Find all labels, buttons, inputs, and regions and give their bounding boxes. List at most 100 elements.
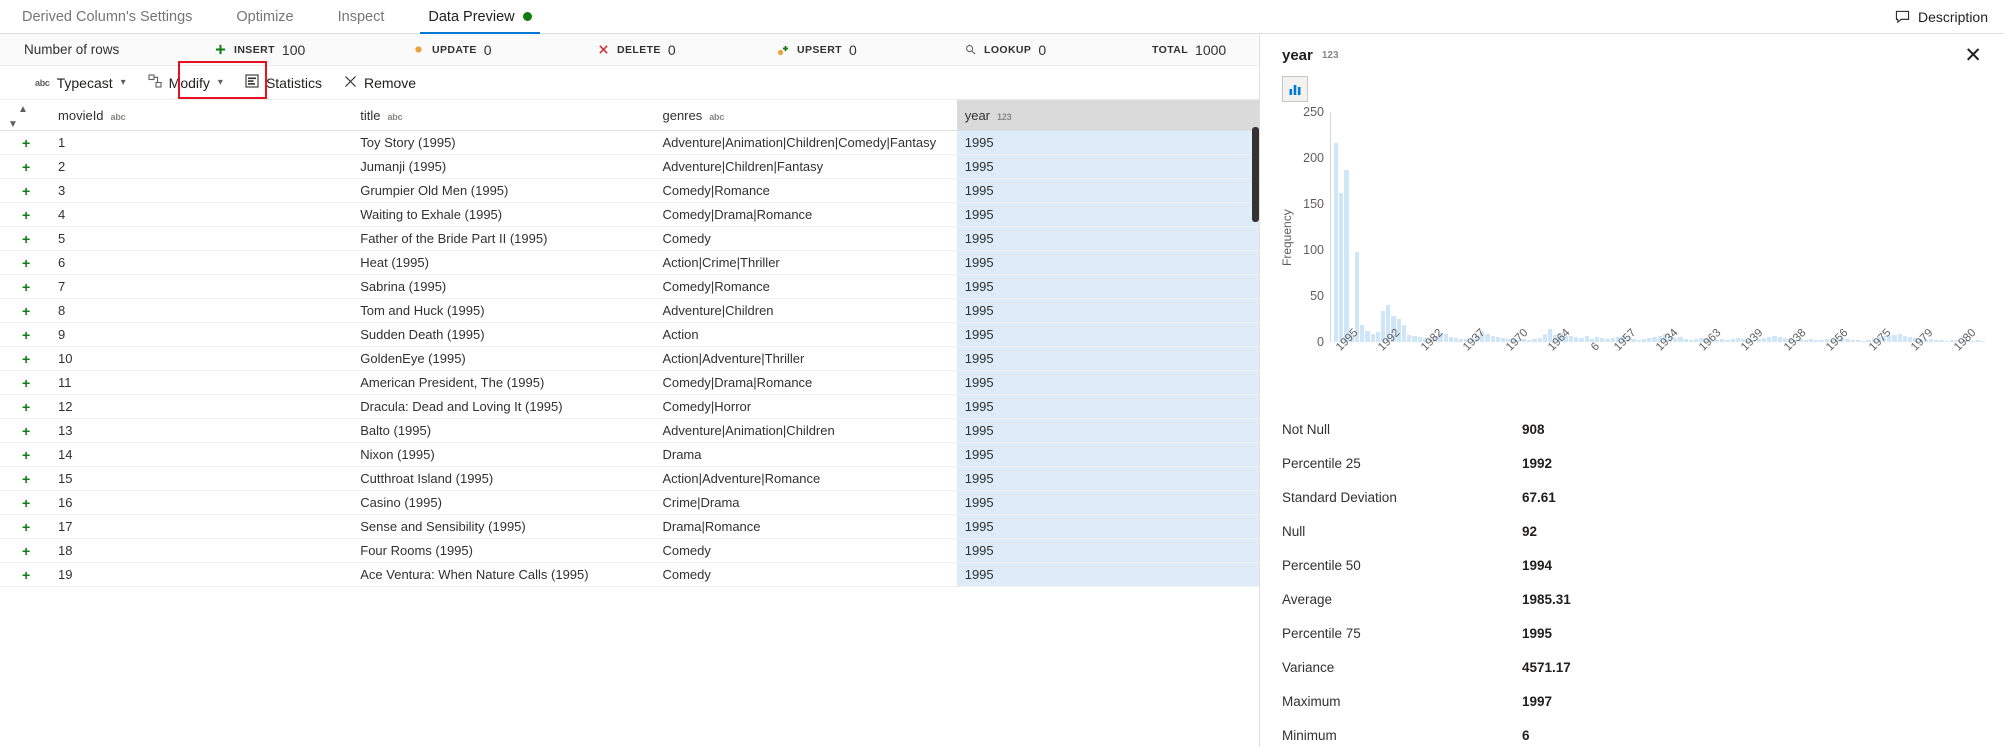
column-header-genres[interactable]: genres abc (654, 100, 957, 131)
cell-movieid: 16 (50, 490, 353, 515)
cell-genres: Drama|Romance (654, 514, 957, 539)
tab-bar: Derived Column's Settings Optimize Inspe… (0, 0, 2004, 34)
row-expand-button[interactable]: + (0, 130, 51, 155)
search-icon (963, 43, 977, 57)
statistic-name: Variance (1282, 659, 1335, 675)
row-expand-button[interactable]: + (0, 418, 51, 443)
histogram-chart: Frequency 0 50 100 150 200 250 1995 1992 1982 19… (1260, 105, 2004, 398)
close-icon[interactable]: ✕ (1964, 45, 1982, 66)
table-row[interactable]: +2 Jumanji (1995) Adventure|Children|Fanta… (0, 154, 1259, 179)
plus-icon: + (22, 326, 31, 343)
table-row[interactable]: +13 Balto (1995) Adventure|Animation|Child… (0, 418, 1259, 443)
row-expand-button[interactable]: + (0, 394, 51, 419)
histogram-bar[interactable] (1370, 333, 1375, 342)
table-row[interactable]: +10 GoldenEye (1995) Action|Adventure|Thri… (0, 346, 1259, 371)
row-expand-button[interactable]: + (0, 274, 51, 299)
column-header-movieid[interactable]: movieId abc (50, 100, 353, 131)
row-expand-button[interactable]: + (0, 562, 51, 587)
row-expand-button[interactable]: + (0, 322, 51, 347)
abc-icon: abc (35, 77, 50, 88)
cell-movieid: 11 (50, 370, 353, 395)
table-row[interactable]: +17 Sense and Sensibility (1995) Drama|Rom… (0, 514, 1259, 539)
row-expand-button[interactable]: + (0, 298, 51, 323)
close-icon (344, 75, 357, 91)
tab-derived-column-settings[interactable]: Derived Column's Settings (0, 0, 214, 33)
row-expand-button[interactable]: + (0, 370, 51, 395)
tab-data-preview[interactable]: Data Preview (406, 0, 553, 34)
table-row[interactable]: +7 Sabrina (1995) Comedy|Romance 1995 (0, 274, 1259, 299)
histogram-bar[interactable] (1542, 333, 1547, 342)
sort-icon: ▲ ▼ (8, 104, 28, 130)
typecast-button[interactable]: abc Typecast ▾ (24, 68, 137, 98)
statistics-button[interactable]: Statistics (234, 68, 333, 98)
y-axis-tick-label: 0 (1317, 335, 1324, 349)
row-expand-button[interactable]: + (0, 490, 51, 515)
table-row[interactable]: +5 Father of the Bride Part II (1995) Come… (0, 226, 1259, 251)
tab-optimize[interactable]: Optimize (214, 0, 315, 33)
histogram-bar[interactable] (1339, 192, 1344, 342)
cell-title: Balto (1995) (352, 418, 655, 443)
column-header-label: title (360, 107, 381, 123)
row-expand-button[interactable]: + (0, 514, 51, 539)
row-expand-button[interactable]: + (0, 466, 51, 491)
chevron-down-icon: ▾ (120, 77, 126, 88)
tab-inspect[interactable]: Inspect (316, 0, 407, 33)
cell-title: Sense and Sensibility (1995) (352, 514, 655, 539)
table-row[interactable]: +6 Heat (1995) Action|Crime|Thriller 1995 (0, 250, 1259, 275)
bar-chart-icon[interactable] (1282, 76, 1308, 102)
description-button[interactable]: Description (1879, 0, 2004, 33)
table-row[interactable]: +16 Casino (1995) Crime|Drama 1995 (0, 490, 1259, 515)
table-row[interactable]: +8 Tom and Huck (1995) Adventure|Children 1… (0, 298, 1259, 323)
panel-toolbar (1260, 76, 2004, 108)
table-row[interactable]: +18 Four Rooms (1995) Comedy 1995 (0, 538, 1259, 563)
table-row[interactable]: +1 Toy Story (1995) Adventure|Animation|Ch… (0, 130, 1259, 155)
modify-button[interactable]: Modify ▾ (137, 68, 234, 98)
row-expand-button[interactable]: + (0, 154, 51, 179)
table-row[interactable]: +9 Sudden Death (1995) Action 1995 (0, 322, 1259, 347)
vertical-scrollbar[interactable] (1252, 127, 1259, 222)
column-header-year[interactable]: year 123 (956, 100, 1259, 131)
histogram-bar[interactable] (1354, 251, 1360, 342)
statistic-value: 1997 (1522, 693, 1553, 709)
statistic-row: Null 92 (1282, 514, 1982, 548)
plot-area (1330, 112, 1986, 342)
table-row[interactable]: +11 American President, The (1995) Comedy|… (0, 370, 1259, 395)
plus-icon: + (22, 470, 31, 487)
statistic-row: Minimum 6 (1282, 718, 1982, 747)
table-row[interactable]: +3 Grumpier Old Men (1995) Comedy|Romance 1… (0, 178, 1259, 203)
row-expand-button[interactable]: + (0, 178, 51, 203)
cell-movieid: 2 (50, 154, 353, 179)
column-header-title[interactable]: title abc (352, 100, 655, 131)
table-row[interactable]: +15 Cutthroat Island (1995) Action|Adventu… (0, 466, 1259, 491)
metric-insert: INSERT 100 (213, 42, 305, 58)
cell-year: 1995 (956, 250, 1259, 275)
body-split: Number of rows INSERT 100 UPDATE 0 DELET… (0, 34, 2004, 747)
histogram-bar[interactable] (1334, 143, 1339, 342)
cell-title: Tom and Huck (1995) (352, 298, 655, 323)
table-row[interactable]: +19 Ace Ventura: When Nature Calls (1995)… (0, 562, 1259, 587)
row-expand-button[interactable]: + (0, 202, 51, 227)
cell-genres: Drama (654, 442, 957, 467)
cell-year: 1995 (956, 562, 1259, 587)
metric-value: 0 (483, 41, 492, 58)
metric-lookup: LOOKUP 0 (963, 42, 1046, 58)
table-row[interactable]: +14 Nixon (1995) Drama 1995 (0, 442, 1259, 467)
data-grid[interactable]: ▲ ▼ movieId abc title abc genres abc yea… (0, 100, 1259, 747)
statistic-name: Average (1282, 591, 1333, 607)
row-expand-button[interactable]: + (0, 538, 51, 563)
row-expand-button[interactable]: + (0, 226, 51, 251)
statistic-name: Standard Deviation (1282, 489, 1397, 505)
circle-icon (411, 43, 425, 57)
description-button-label: Description (1917, 8, 1988, 25)
table-row[interactable]: +4 Waiting to Exhale (1995) Comedy|Drama|R… (0, 202, 1259, 227)
row-expand-button[interactable]: + (0, 346, 51, 371)
row-expand-button[interactable]: + (0, 442, 51, 467)
statistic-row: Percentile 75 1995 (1282, 616, 1982, 650)
sort-toggle-header[interactable]: ▲ ▼ (0, 100, 51, 131)
remove-button[interactable]: Remove (333, 68, 427, 98)
table-row[interactable]: +12 Dracula: Dead and Loving It (1995) Com… (0, 394, 1259, 419)
row-expand-button[interactable]: + (0, 250, 51, 275)
chart-plot-region: Frequency 0 50 100 150 200 250 (1278, 105, 1986, 349)
histogram-bar[interactable] (1344, 169, 1349, 342)
statistic-name: Percentile 50 (1282, 557, 1361, 573)
